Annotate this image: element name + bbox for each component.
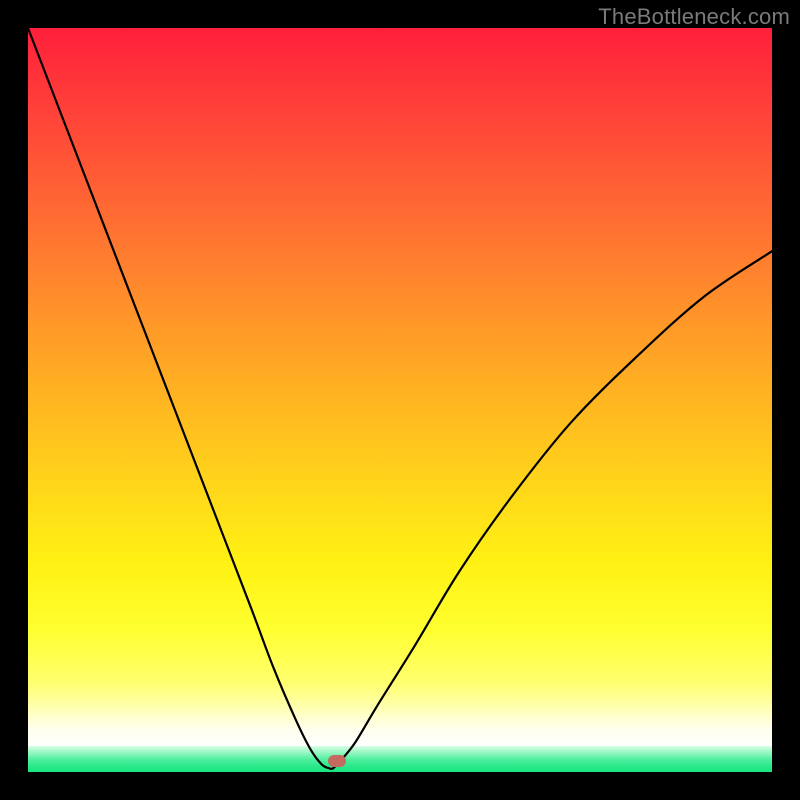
plot-area [28,28,772,772]
bottleneck-curve [28,28,772,772]
chart-frame: TheBottleneck.com [0,0,800,800]
watermark-text: TheBottleneck.com [598,4,790,30]
optimal-point-marker [328,755,346,767]
